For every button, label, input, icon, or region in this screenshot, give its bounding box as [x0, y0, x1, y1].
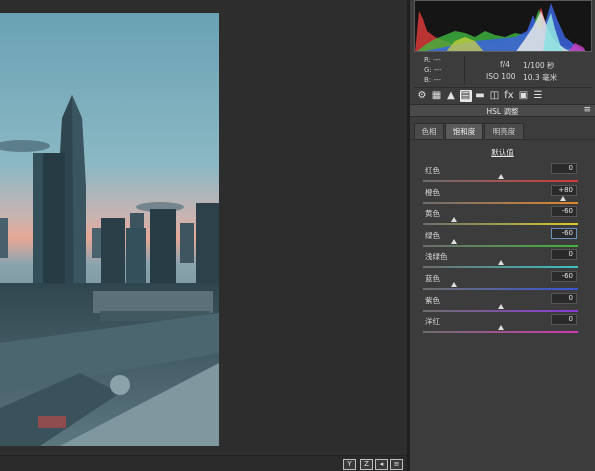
slider-thumb-magenta[interactable] — [497, 325, 504, 331]
defaults-link[interactable]: 默认值 — [410, 147, 595, 158]
tab-saturation[interactable]: 饱和度 — [445, 123, 483, 139]
lens-icon[interactable]: ◫ — [489, 90, 501, 102]
slider-thumb-aqua[interactable] — [497, 260, 504, 266]
adjustment-panel: R: --- G: --- B: --- f/4 1/100 秒 ISO 100… — [410, 0, 595, 471]
aperture: f/4 — [500, 60, 510, 69]
slider-row-blue: 蓝色 -60 — [410, 271, 595, 293]
r-readout: R: --- — [424, 56, 441, 64]
presets-icon[interactable]: ☰ — [532, 90, 544, 102]
slider-row-aqua: 浅绿色 0 — [410, 249, 595, 271]
shutter-speed: 1/100 秒 — [523, 61, 555, 70]
panel-menu-icon[interactable]: ≡ — [583, 105, 591, 115]
detail-icon[interactable]: ▲ — [445, 90, 457, 102]
histogram-chart — [414, 0, 592, 52]
panel-tool-strip: ⚙ ▦ ▲ ▤ ▬ ◫ fx ▣ ☰ — [410, 88, 595, 104]
slider-value-green[interactable]: -60 — [551, 227, 577, 239]
slider-row-purple: 紫色 0 — [410, 292, 595, 315]
slider-row-red: 红色 0 — [410, 163, 595, 185]
slider-thumb-purple[interactable] — [497, 303, 504, 309]
slider-value-magenta[interactable]: 0 — [551, 314, 577, 326]
panel-header: HSL 调整 ≡ — [410, 104, 595, 117]
slider-label-aqua: 浅绿色 — [425, 252, 448, 262]
slider-thumb-yellow[interactable] — [451, 217, 457, 223]
back-button[interactable]: ◂ — [375, 459, 388, 470]
slider-value-red[interactable]: 0 — [551, 163, 577, 174]
z-button[interactable]: Z — [360, 459, 373, 470]
slider-row-magenta: 洋红 0 — [410, 314, 595, 336]
city-skyline-photo — [0, 13, 219, 446]
hsl-tabs: 色相 饱和度 明亮度 — [410, 121, 595, 139]
settings-menu-button[interactable]: ≡ — [390, 459, 403, 470]
tab-luminance[interactable]: 明亮度 — [484, 123, 524, 139]
fx-icon[interactable]: fx — [503, 90, 515, 102]
slider-track-yellow[interactable] — [423, 223, 578, 226]
slider-track-magenta[interactable] — [423, 331, 578, 334]
slider-label-yellow: 黄色 — [425, 209, 440, 219]
slider-track-aqua[interactable] — [423, 266, 578, 269]
image-canvas[interactable] — [0, 0, 407, 455]
slider-thumb-red[interactable] — [497, 174, 504, 179]
gear-icon[interactable]: ⚙ — [416, 90, 428, 102]
slider-row-yellow: 黄色 -60 — [410, 206, 595, 228]
slider-row-orange: 橙色 +80 — [410, 184, 595, 207]
hsl-icon[interactable]: ▤ — [459, 90, 472, 102]
slider-track-purple[interactable] — [423, 309, 578, 312]
slider-label-red: 红色 — [425, 166, 440, 175]
split-toning-icon[interactable]: ▬ — [474, 90, 486, 102]
slider-thumb-orange[interactable] — [559, 195, 566, 201]
slider-value-blue[interactable]: -60 — [551, 271, 577, 282]
slider-track-green[interactable] — [423, 244, 578, 247]
panel-title: HSL 调整 — [486, 107, 519, 116]
slider-track-blue[interactable] — [423, 288, 578, 290]
slider-label-orange: 橙色 — [425, 187, 440, 197]
slider-label-purple: 紫色 — [425, 295, 440, 305]
slider-value-aqua[interactable]: 0 — [551, 249, 577, 261]
y-button[interactable]: Y — [343, 459, 356, 470]
slider-track-red[interactable] — [423, 180, 578, 182]
slider-value-orange[interactable]: +80 — [551, 184, 577, 196]
tab-hue[interactable]: 色相 — [414, 123, 444, 139]
slider-thumb-blue[interactable] — [451, 282, 457, 287]
tab-baseline — [410, 139, 595, 140]
slider-track-orange[interactable] — [423, 201, 578, 204]
slider-label-magenta: 洋红 — [425, 317, 440, 327]
slider-row-green: 绿色 -60 — [410, 227, 595, 250]
slider-label-blue: 蓝色 — [425, 274, 440, 283]
slider-value-yellow[interactable]: -60 — [551, 206, 577, 218]
tone-curve-icon[interactable]: ▦ — [431, 90, 443, 102]
canvas-bottom-toolbar: Y Z ◂ ≡ — [0, 455, 407, 471]
iso: ISO 100 — [486, 72, 516, 81]
info-separator — [464, 56, 465, 84]
slider-thumb-green[interactable] — [451, 238, 457, 244]
b-readout: B: --- — [424, 76, 441, 84]
slider-label-green: 绿色 — [425, 230, 440, 240]
camera-calibration-icon[interactable]: ▣ — [518, 90, 530, 102]
slider-value-purple[interactable]: 0 — [551, 292, 577, 304]
g-readout: G: --- — [424, 66, 442, 74]
pixel-info: R: --- G: --- B: --- f/4 1/100 秒 ISO 100… — [414, 52, 592, 88]
focal-length: 10.3 毫米 — [523, 73, 558, 82]
